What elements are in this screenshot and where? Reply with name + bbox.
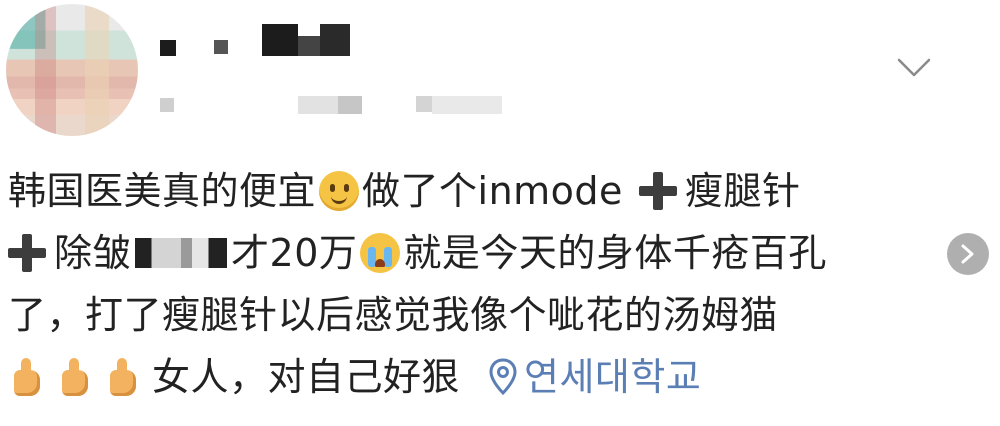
post-text: 韩国医美真的便宜 做了个inmode 瘦腿针 除皱 才20万 就是今天的身体千疮… [8,160,973,408]
text-segment: 就是今天的身体千疮百孔 [403,231,827,275]
post-line-1: 韩国医美真的便宜 做了个inmode 瘦腿针 [8,160,973,222]
text-segment: 韩国医美真的便宜 [8,169,317,213]
next-image-button[interactable] [947,233,989,275]
thumbs-up-icon [8,356,46,398]
redacted-text [135,238,228,268]
location-pin-icon [489,358,517,396]
chevron-down-icon[interactable] [897,58,931,78]
heavy-plus-icon [8,234,46,272]
text-segment: 除皱 [54,231,132,275]
slightly-smiling-face-icon [319,171,360,211]
post-line-3: 了，打了瘦腿针以后感觉我像个呲花的汤姆猫 [8,284,973,346]
text-segment: 了，打了瘦腿针以后感觉我像个呲花的汤姆猫 [8,293,779,337]
loudly-crying-face-icon [360,233,401,273]
text-segment: 女人，对自己好狠 [152,355,461,399]
text-segment: 瘦腿针 [684,169,801,213]
thumbs-up-icon [104,356,142,398]
avatar[interactable] [6,4,138,136]
text-segment: 做了个inmode [362,169,623,213]
post-line-4: 女人，对自己好狠 연세대학교 [8,346,973,408]
thumbs-up-icon [56,356,94,398]
chevron-right-icon [961,244,974,264]
location-label: 연세대학교 [524,355,702,399]
post-card: 韩国医美真的便宜 做了个inmode 瘦腿针 除皱 才20万 就是今天的身体千疮… [0,0,1000,426]
text-segment: 才20万 [231,231,358,275]
heavy-plus-icon [638,172,677,210]
post-line-2: 除皱 才20万 就是今天的身体千疮百孔 [8,222,973,284]
location-tag[interactable]: 연세대학교 [488,346,701,408]
